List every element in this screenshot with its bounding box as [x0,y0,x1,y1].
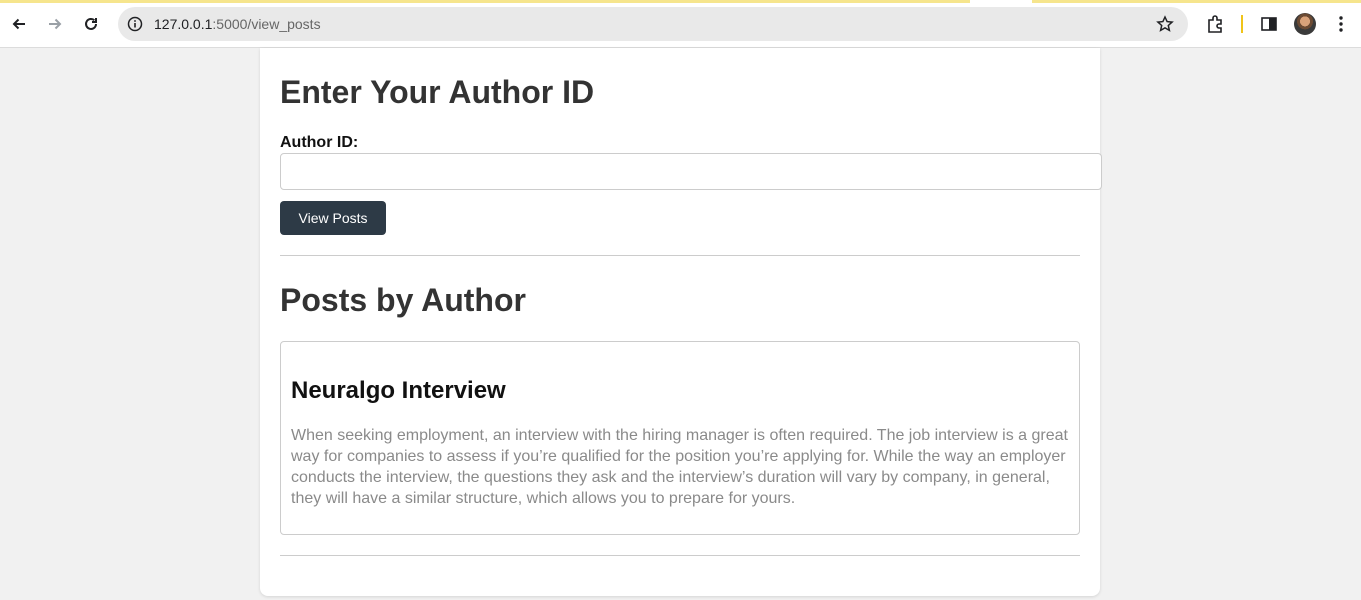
posts-heading: Posts by Author [280,282,526,318]
more-menu-icon[interactable] [1330,13,1352,35]
profile-avatar[interactable] [1294,13,1316,35]
url-host: 127.0.0.1 [154,16,213,32]
author-id-label: Author ID: [280,134,359,151]
post-content: When seeking employment, an interview wi… [291,427,1068,507]
back-arrow-icon[interactable] [7,12,31,36]
author-id-input[interactable] [280,153,1102,190]
reload-icon[interactable] [79,12,103,36]
post-title: Neuralgo Interview [291,377,506,404]
site-info-icon[interactable] [126,15,144,33]
form-heading: Enter Your Author ID [280,74,595,110]
browser-toolbar: 127.0.0.1:5000/view_posts [0,0,1361,48]
extensions-icon[interactable] [1205,13,1227,35]
url-text[interactable]: 127.0.0.1:5000/view_posts [154,15,321,33]
page-load-bar [0,0,1361,3]
divider [280,255,1080,256]
toolbar-separator [1241,15,1243,33]
divider [280,555,1080,556]
post-card: Neuralgo Interview When seeking employme… [280,341,1080,535]
side-panel-icon[interactable] [1258,13,1280,35]
url-path: :5000/view_posts [212,16,321,32]
bookmark-star-icon[interactable] [1156,15,1174,33]
view-posts-button[interactable]: View Posts [280,201,386,235]
address-bar[interactable]: 127.0.0.1:5000/view_posts [118,7,1188,41]
content-card: Enter Your Author ID Author ID: View Pos… [260,48,1102,596]
forward-arrow-icon[interactable] [43,12,67,36]
